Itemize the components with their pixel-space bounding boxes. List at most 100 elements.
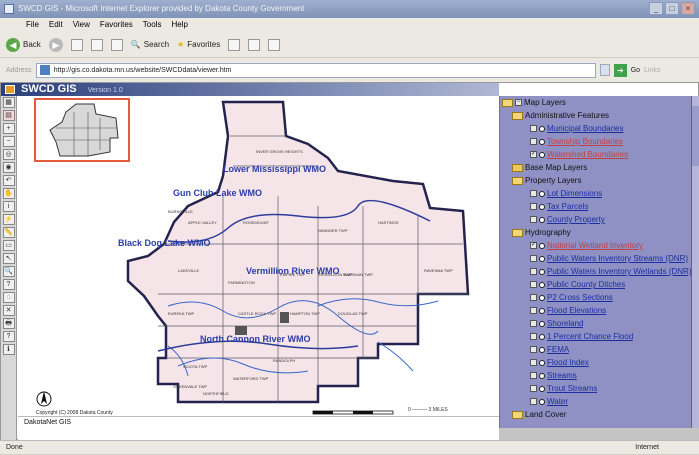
folder-open-icon[interactable]: [512, 176, 523, 185]
zoom-in-icon[interactable]: +: [2, 123, 15, 134]
find-icon[interactable]: 🔍: [2, 266, 15, 277]
active-layer-radio[interactable]: [539, 138, 545, 145]
active-layer-radio[interactable]: [539, 190, 545, 197]
layer-link[interactable]: County Property: [547, 213, 605, 226]
active-layer-radio[interactable]: [539, 333, 545, 340]
layer-link[interactable]: P2 Cross Sections: [547, 291, 613, 304]
close-button[interactable]: ×: [681, 2, 695, 15]
toggle-overview-icon[interactable]: ▦: [2, 97, 15, 108]
layer-group[interactable]: Base Map Layers: [500, 161, 699, 174]
zoom-full-icon[interactable]: ◎: [2, 149, 15, 160]
layer-item[interactable]: Shoreland: [500, 317, 699, 330]
layer-visibility-checkbox[interactable]: [530, 333, 537, 340]
help-icon[interactable]: ?: [2, 331, 15, 342]
active-layer-radio[interactable]: [539, 255, 545, 262]
layer-visibility-checkbox[interactable]: [530, 203, 537, 210]
zoom-last-icon[interactable]: ↶: [2, 175, 15, 186]
layer-visibility-checkbox[interactable]: [530, 307, 537, 314]
stop-icon[interactable]: [70, 38, 83, 51]
layer-link[interactable]: Municipal Boundaries: [547, 122, 624, 135]
active-layer-radio[interactable]: [539, 216, 545, 223]
layer-item[interactable]: Public Waters Inventory Wetlands (DNR): [500, 265, 699, 278]
layer-item[interactable]: Public Waters Inventory Streams (DNR): [500, 252, 699, 265]
layer-item[interactable]: Flood Elevations: [500, 304, 699, 317]
active-layer-radio[interactable]: [539, 307, 545, 314]
layer-item[interactable]: ✓ Watershed Boundaries: [500, 148, 699, 161]
layer-visibility-checkbox[interactable]: [530, 125, 537, 132]
layers-header[interactable]: − Map Layers: [500, 96, 699, 109]
maximize-button[interactable]: □: [665, 2, 679, 15]
layer-link[interactable]: Trout Streams: [547, 382, 597, 395]
url-input[interactable]: http://gis.co.dakota.mn.us/website/SWCDd…: [35, 62, 596, 78]
mail-icon[interactable]: [248, 38, 261, 51]
layer-link[interactable]: Flood Elevations: [547, 304, 606, 317]
active-layer-radio[interactable]: [539, 151, 545, 158]
menu-tools[interactable]: Tools: [143, 18, 162, 32]
layer-visibility-checkbox[interactable]: ✓: [530, 242, 537, 249]
refresh-icon[interactable]: [90, 38, 103, 51]
layer-visibility-checkbox[interactable]: ✓: [530, 151, 537, 158]
layer-visibility-checkbox[interactable]: [530, 255, 537, 262]
zoom-out-icon[interactable]: −: [2, 136, 15, 147]
layer-item[interactable]: Municipal Boundaries: [500, 122, 699, 135]
layer-link[interactable]: Township Boundaries: [547, 135, 623, 148]
layer-item[interactable]: Lot Dimensions: [500, 187, 699, 200]
active-layer-radio[interactable]: [539, 294, 545, 301]
active-layer-radio[interactable]: [539, 268, 545, 275]
folder-open-icon[interactable]: [512, 228, 523, 237]
layer-visibility-checkbox[interactable]: [530, 359, 537, 366]
active-layer-radio[interactable]: [539, 320, 545, 327]
active-layer-radio[interactable]: [539, 372, 545, 379]
layer-item[interactable]: 1 Percent Chance Flood: [500, 330, 699, 343]
search-button[interactable]: 🔍 Search: [131, 40, 169, 49]
layer-item[interactable]: Public County Ditches: [500, 278, 699, 291]
layer-group[interactable]: Administrative Features: [500, 109, 699, 122]
overview-map[interactable]: [34, 98, 130, 162]
layer-visibility-checkbox[interactable]: [530, 372, 537, 379]
layer-link[interactable]: Public County Ditches: [547, 278, 625, 291]
layer-visibility-checkbox[interactable]: [530, 281, 537, 288]
layer-link[interactable]: 1 Percent Chance Flood: [547, 330, 633, 343]
forward-icon[interactable]: ▶: [48, 37, 63, 52]
folder-closed-icon[interactable]: [512, 163, 523, 172]
layer-visibility-checkbox[interactable]: [530, 385, 537, 392]
menu-edit[interactable]: Edit: [49, 18, 63, 32]
layer-link[interactable]: Tax Parcels: [547, 200, 588, 213]
url-dropdown[interactable]: [599, 64, 610, 76]
buffer-icon[interactable]: ◌: [2, 292, 15, 303]
layer-group[interactable]: Property Layers: [500, 174, 699, 187]
info-icon[interactable]: ℹ: [2, 344, 15, 355]
hyperlink-icon[interactable]: ⚡: [2, 214, 15, 225]
layer-visibility-checkbox[interactable]: [530, 398, 537, 405]
back-button[interactable]: ◀ Back: [6, 37, 41, 52]
links-button[interactable]: Links: [644, 67, 660, 74]
layer-item[interactable]: Water: [500, 395, 699, 408]
layer-link[interactable]: FEMA: [547, 343, 569, 356]
layer-item[interactable]: Township Boundaries: [500, 135, 699, 148]
layer-visibility-checkbox[interactable]: [530, 216, 537, 223]
layer-visibility-checkbox[interactable]: [530, 346, 537, 353]
print-map-icon[interactable]: 🖶: [2, 318, 15, 329]
go-label[interactable]: Go: [631, 67, 640, 74]
active-layer-radio[interactable]: [539, 125, 545, 132]
layer-group[interactable]: Hydrography: [500, 226, 699, 239]
media-icon[interactable]: [228, 38, 241, 51]
layer-item[interactable]: Trout Streams: [500, 382, 699, 395]
active-layer-radio[interactable]: [539, 346, 545, 353]
layer-link[interactable]: Public Waters Inventory Wetlands (DNR): [547, 265, 692, 278]
menu-file[interactable]: File: [26, 18, 39, 32]
layer-visibility-checkbox[interactable]: [530, 268, 537, 275]
query-icon[interactable]: ?: [2, 279, 15, 290]
layer-item[interactable]: County Property: [500, 213, 699, 226]
map-canvas[interactable]: Lower Mississippi WMO Gun Club Lake WMO …: [18, 96, 499, 416]
select-rectangle-icon[interactable]: ▭: [2, 240, 15, 251]
layer-group[interactable]: Land Cover: [500, 408, 699, 421]
layer-item[interactable]: ✓ National Wetland Inventory: [500, 239, 699, 252]
layer-visibility-checkbox[interactable]: [530, 138, 537, 145]
go-button[interactable]: ➔: [613, 63, 627, 77]
active-layer-radio[interactable]: [539, 359, 545, 366]
menu-favorites[interactable]: Favorites: [100, 18, 133, 32]
menu-view[interactable]: View: [73, 18, 90, 32]
layer-link[interactable]: Lot Dimensions: [547, 187, 602, 200]
layer-link[interactable]: Shoreland: [547, 317, 583, 330]
